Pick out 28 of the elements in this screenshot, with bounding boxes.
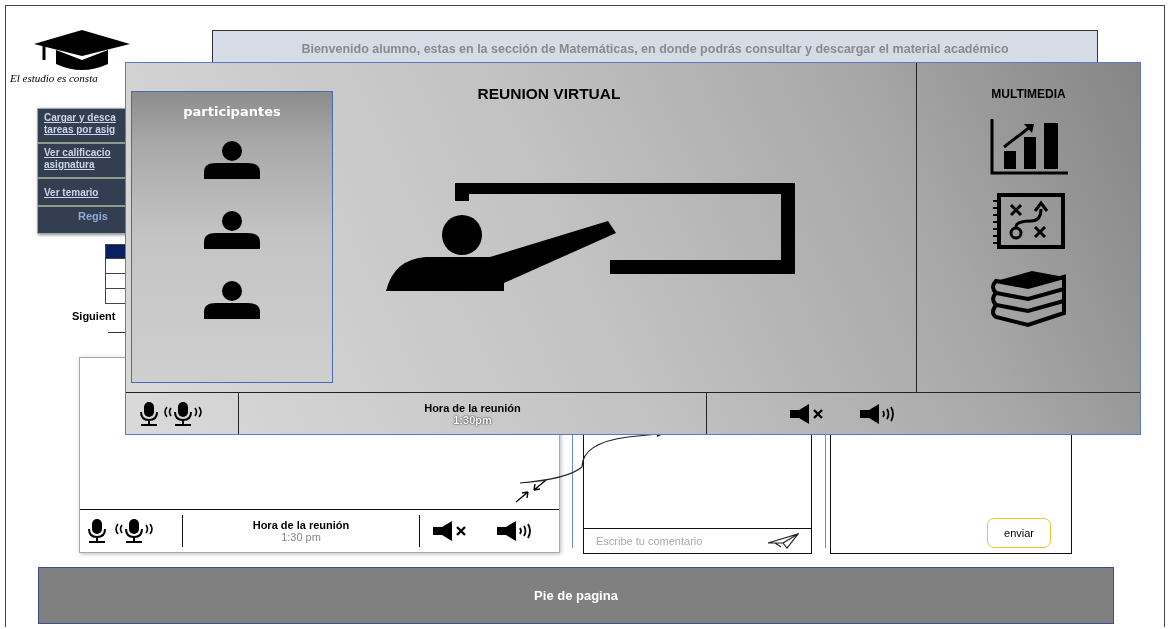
meeting-time: 1:30 pm bbox=[281, 531, 321, 543]
footer-text: Pie de pagina bbox=[534, 588, 618, 603]
panel-title: participantes bbox=[183, 104, 281, 119]
microphone-icon[interactable] bbox=[86, 518, 108, 544]
graduation-cap-icon bbox=[34, 30, 130, 72]
person-icon bbox=[202, 281, 262, 319]
next-label: Siguient bbox=[72, 310, 116, 322]
microphone-waves-icon[interactable] bbox=[161, 400, 205, 427]
sidebar-link[interactable]: Cargar y desca tareas por asig bbox=[44, 112, 116, 136]
sidebar-link[interactable]: Ver calificacio asignatura bbox=[44, 147, 111, 171]
send-icon[interactable] bbox=[767, 533, 799, 549]
meeting-time-label: Hora de la reunión bbox=[252, 519, 350, 531]
window-title: REUNION VIRTUAL bbox=[477, 85, 621, 102]
multimedia-title: MULTIMEDIA bbox=[991, 87, 1066, 101]
person-icon bbox=[202, 211, 262, 249]
notebook-icon[interactable] bbox=[990, 193, 1067, 249]
sidebar-link[interactable]: Ver temario bbox=[44, 187, 99, 199]
comment-field[interactable]: Escribe tu comentario bbox=[596, 535, 746, 547]
send-button[interactable]: enviar bbox=[987, 518, 1051, 548]
bar-chart-icon[interactable] bbox=[989, 119, 1068, 175]
microphone-waves-icon[interactable] bbox=[112, 518, 156, 544]
microphone-icon[interactable] bbox=[138, 400, 160, 427]
compress-icon[interactable] bbox=[514, 478, 548, 504]
tagline: El estudio es consta bbox=[10, 72, 98, 84]
sidebar-footer: Regis bbox=[38, 207, 108, 222]
person-icon bbox=[202, 141, 262, 179]
meeting-time-label: Hora de la reunión bbox=[424, 401, 521, 414]
welcome-text: Bienvenido alumno, estas en la sección de Matemáticas, en donde podrás consultar y descargar el material académico bbox=[301, 42, 1009, 56]
